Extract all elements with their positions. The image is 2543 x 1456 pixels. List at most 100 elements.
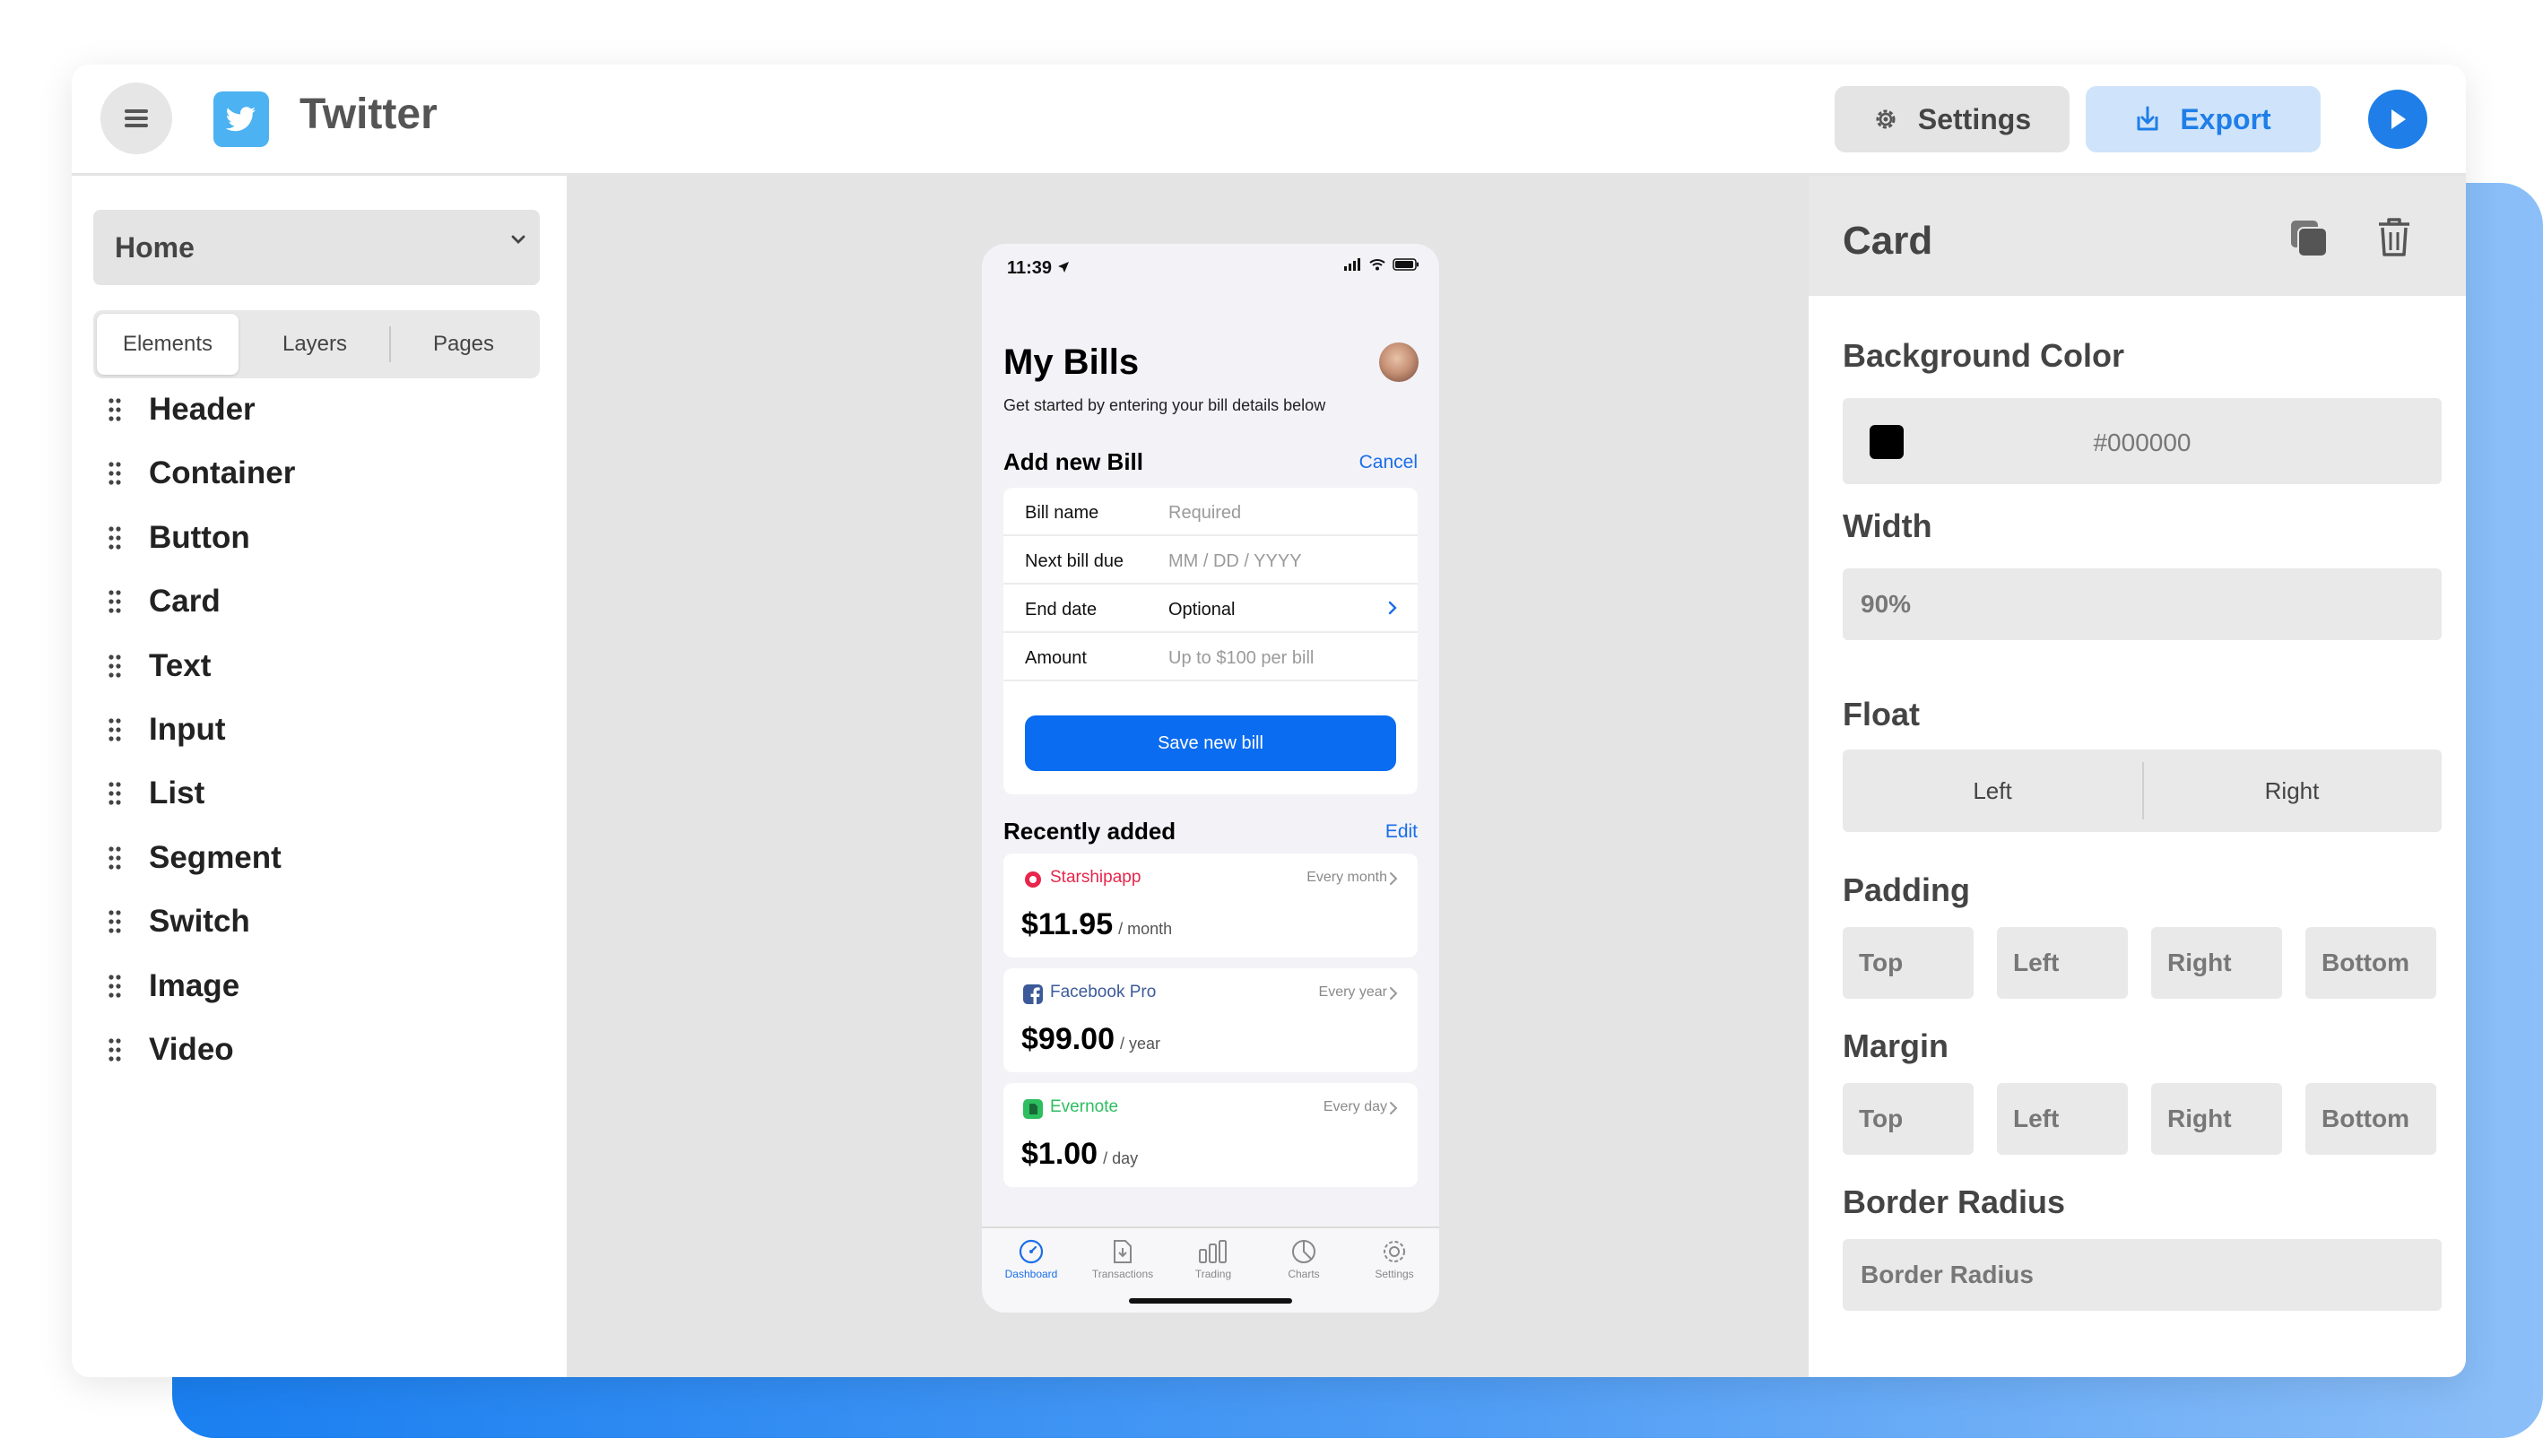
margin-bottom-input[interactable]: Bottom <box>2305 1083 2436 1155</box>
float-left-option[interactable]: Left <box>1843 750 2142 832</box>
element-item-label: Text <box>149 648 212 683</box>
phone-tab-settings[interactable]: Settings <box>1350 1239 1439 1280</box>
phone-tab-dashboard[interactable]: Dashboard <box>986 1239 1076 1280</box>
phone-tab-trading[interactable]: Trading <box>1168 1239 1258 1280</box>
panel-title: Card <box>1843 219 1933 263</box>
padding-left-input[interactable]: Left <box>1997 927 2128 999</box>
element-item-label: Button <box>149 520 250 555</box>
bill-name-input[interactable]: Required <box>1168 503 1241 524</box>
drag-handle-icon <box>108 910 121 933</box>
bill-card-evernote[interactable]: Evernote Every day $1.00/ day <box>1003 1083 1418 1187</box>
elements-sidebar: Home Elements Layers Pages Header Contai… <box>72 176 567 1377</box>
background-color-field[interactable]: #000000 <box>1843 398 2442 484</box>
phone-tab-charts[interactable]: Charts <box>1259 1239 1349 1280</box>
page-select[interactable]: Home <box>93 210 540 285</box>
element-item-label: Input <box>149 712 226 747</box>
element-item-card[interactable]: Card <box>108 579 221 624</box>
chevron-right-icon <box>1390 987 1398 1000</box>
phone-tab-transactions[interactable]: Transactions <box>1078 1239 1167 1280</box>
signal-icon <box>1344 258 1360 271</box>
trash-icon[interactable] <box>2377 217 2411 256</box>
form-row-end-date[interactable]: End date Optional <box>1003 585 1418 633</box>
drag-handle-icon <box>108 462 121 485</box>
margin-top-input[interactable]: Top <box>1843 1083 1974 1155</box>
border-radius-field[interactable]: Border Radius <box>1843 1239 2442 1311</box>
avatar[interactable] <box>1379 342 1419 382</box>
dashboard-icon <box>1019 1239 1044 1264</box>
width-value[interactable]: 90% <box>1861 590 1911 619</box>
preview-play-button[interactable] <box>2368 90 2427 149</box>
status-time: 11:39 <box>1007 258 1070 279</box>
tab-elements[interactable]: Elements <box>97 314 239 375</box>
add-bill-form: Bill name Required Next bill due MM / DD… <box>1003 488 1418 794</box>
background-color-value[interactable]: #000000 <box>1843 429 2442 457</box>
properties-panel: Card Background Color #000000 Width 90% … <box>1809 176 2466 1377</box>
phone-preview[interactable]: 11:39 My Bills Get started by entering y… <box>982 244 1439 1313</box>
menu-button[interactable] <box>100 82 172 154</box>
bill-card-facebook-pro[interactable]: Facebook Pro Every year $99.00/ year <box>1003 968 1418 1072</box>
bar-chart-icon <box>1199 1240 1227 1263</box>
bill-card-starshipapp[interactable]: Starshipapp Every month $11.95/ month <box>1003 854 1418 958</box>
page-select-value: Home <box>115 230 195 264</box>
tab-divider <box>389 326 391 362</box>
element-item-container[interactable]: Container <box>108 451 295 496</box>
element-item-image[interactable]: Image <box>108 964 239 1009</box>
float-right-option[interactable]: Right <box>2142 750 2442 832</box>
tab-pages[interactable]: Pages <box>393 314 534 375</box>
bills-subtitle: Get started by entering your bill detail… <box>1003 396 1326 414</box>
bill-amount: $1.00/ day <box>1021 1137 1139 1171</box>
next-bill-due-input[interactable]: MM / DD / YYYY <box>1168 551 1302 572</box>
element-item-input[interactable]: Input <box>108 707 226 752</box>
amount-input[interactable]: Up to $100 per bill <box>1168 648 1314 669</box>
width-field[interactable]: 90% <box>1843 568 2442 640</box>
element-item-header[interactable]: Header <box>108 387 256 432</box>
drag-handle-icon <box>108 718 121 741</box>
element-item-label: Segment <box>149 840 282 875</box>
margin-right-input[interactable]: Right <box>2151 1083 2282 1155</box>
form-row-bill-name[interactable]: Bill name Required <box>1003 488 1418 536</box>
bill-name: Starshipapp <box>1050 868 1141 887</box>
form-label: Amount <box>1025 648 1087 668</box>
form-row-amount[interactable]: Amount Up to $100 per bill <box>1003 633 1418 681</box>
element-item-video[interactable]: Video <box>108 1027 234 1072</box>
settings-button[interactable]: Settings <box>1835 86 2070 152</box>
save-new-bill-button[interactable]: Save new bill <box>1025 715 1396 771</box>
float-label: Float <box>1843 696 1920 732</box>
form-row-next-bill-due[interactable]: Next bill due MM / DD / YYYY <box>1003 536 1418 585</box>
wifi-icon <box>1369 259 1385 271</box>
duplicate-icon[interactable] <box>2289 219 2329 258</box>
top-bar: Twitter Settings Export <box>72 65 2466 176</box>
padding-right-input[interactable]: Right <box>2151 927 2282 999</box>
bill-amount: $11.95/ month <box>1021 907 1173 941</box>
app-title: Twitter <box>299 91 438 138</box>
background-color-label: Background Color <box>1843 337 2125 374</box>
add-bill-heading: Add new Bill <box>1003 448 1143 475</box>
padding-label: Padding <box>1843 871 1970 908</box>
status-icons <box>1344 258 1419 271</box>
element-item-list[interactable]: List <box>108 771 204 816</box>
float-segment: Left Right <box>1843 750 2442 832</box>
document-icon <box>1114 1240 1132 1263</box>
border-radius-input[interactable]: Border Radius <box>1861 1261 2034 1289</box>
chevron-right-icon <box>1390 1102 1398 1114</box>
margin-left-input[interactable]: Left <box>1997 1083 2128 1155</box>
starship-icon <box>1025 871 1041 888</box>
drag-handle-icon <box>108 526 121 550</box>
drag-handle-icon <box>108 975 121 998</box>
drag-handle-icon <box>108 1038 121 1062</box>
drag-handle-icon <box>108 590 121 613</box>
tab-layers[interactable]: Layers <box>244 314 386 375</box>
design-canvas[interactable]: 11:39 My Bills Get started by entering y… <box>567 176 1809 1377</box>
element-item-text[interactable]: Text <box>108 644 211 689</box>
padding-top-input[interactable]: Top <box>1843 927 1974 999</box>
element-item-segment[interactable]: Segment <box>108 836 282 880</box>
download-icon <box>2137 106 2158 131</box>
bill-name: Facebook Pro <box>1050 983 1157 1001</box>
element-item-button[interactable]: Button <box>108 516 250 560</box>
cancel-link[interactable]: Cancel <box>1359 452 1418 473</box>
element-item-switch[interactable]: Switch <box>108 899 250 944</box>
edit-link[interactable]: Edit <box>1385 821 1418 843</box>
end-date-value[interactable]: Optional <box>1168 600 1236 620</box>
export-button[interactable]: Export <box>2086 86 2321 152</box>
padding-bottom-input[interactable]: Bottom <box>2305 927 2436 999</box>
